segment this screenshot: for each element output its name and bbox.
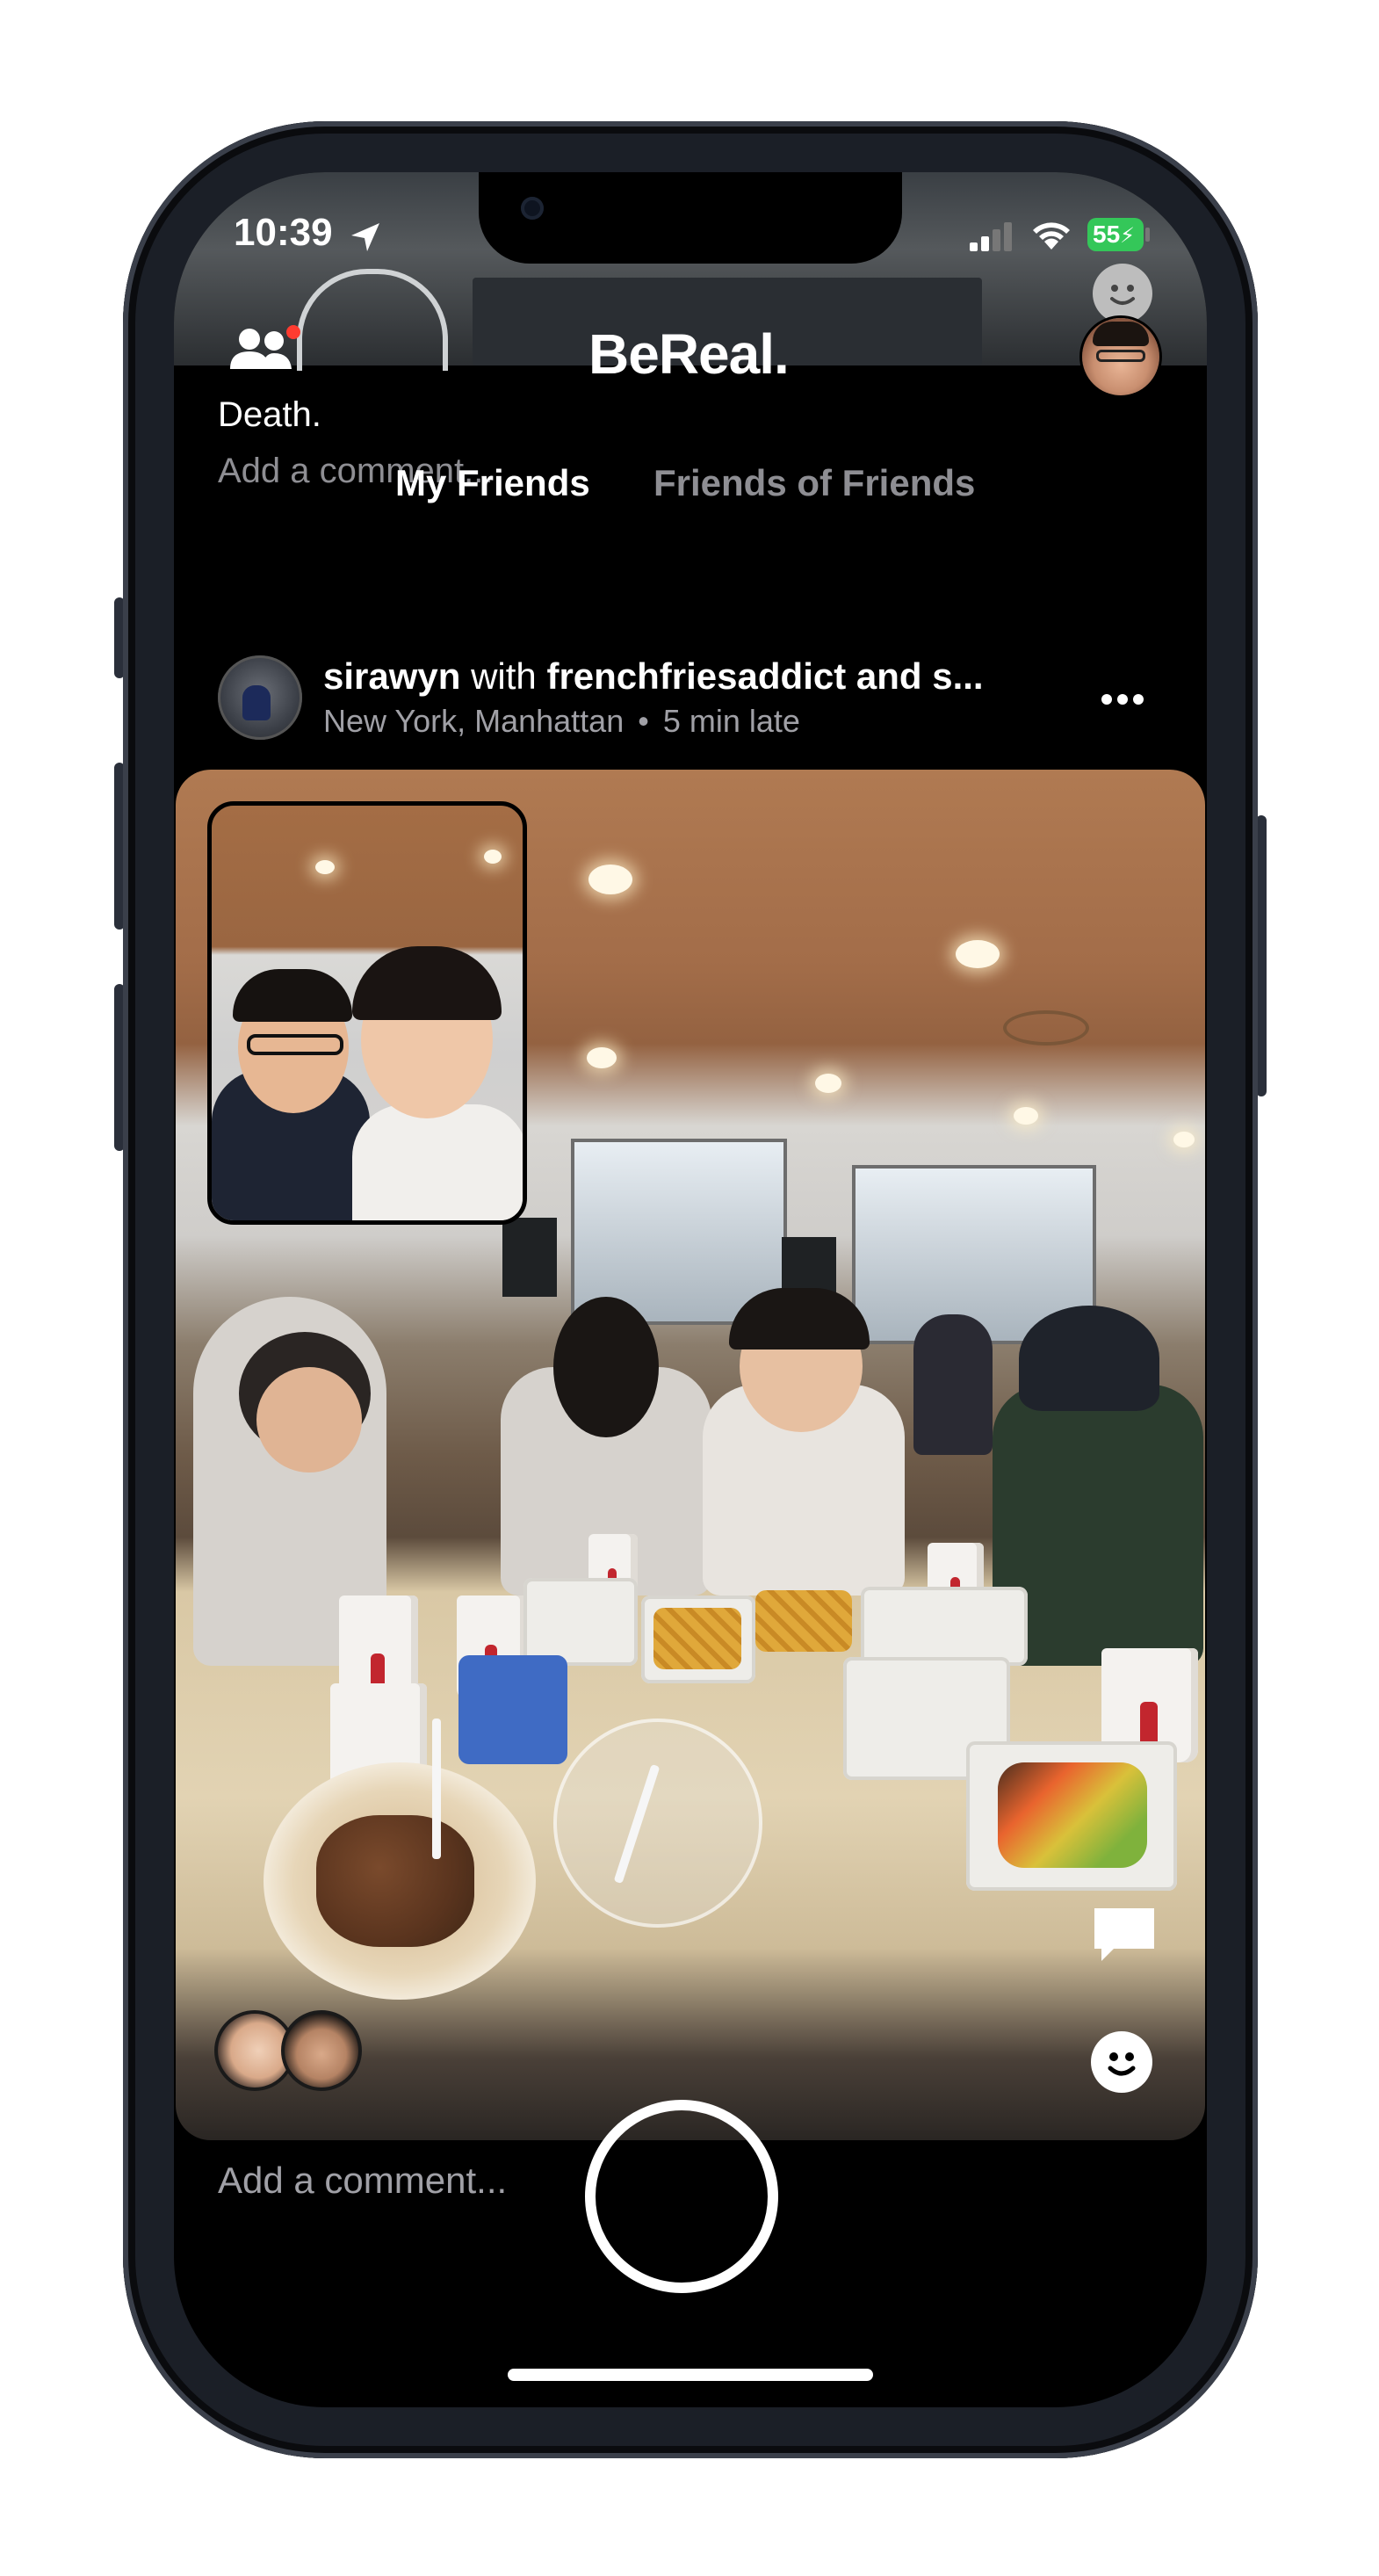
home-indicator[interactable]: [508, 2369, 873, 2381]
empty-plate: [553, 1719, 762, 1928]
capture-button[interactable]: [585, 2100, 778, 2293]
rice-bowl-food: [998, 1762, 1147, 1868]
wall-sign: [502, 1218, 557, 1297]
location-arrow-icon: [348, 220, 383, 255]
post-lateness: 5 min late: [662, 703, 800, 739]
ceiling-vent: [1003, 1010, 1089, 1046]
selfie-person-right-body: [352, 1104, 523, 1220]
notch: [479, 172, 902, 264]
post-tagged-user[interactable]: frenchfriesaddict: [546, 655, 846, 697]
takeout-box: [861, 1587, 1028, 1666]
cable-background: [297, 269, 448, 371]
ceiling-light: [588, 865, 632, 894]
profile-glasses: [1096, 350, 1145, 362]
battery-level: 55: [1093, 221, 1121, 248]
friends-icon[interactable]: [225, 323, 304, 376]
person-background: [913, 1314, 993, 1455]
fries-basket: [755, 1590, 852, 1652]
post-and-more[interactable]: and s...: [846, 655, 984, 697]
bowl-food: [316, 1815, 474, 1947]
post-subtitle: New York, Manhattan • 5 min late: [323, 703, 800, 740]
ceiling-light: [484, 850, 502, 864]
post-title: sirawyn with frenchfriesaddict and s...: [323, 655, 984, 698]
post-main-photo[interactable]: [176, 770, 1205, 2140]
react-smiley-icon[interactable]: [1091, 2031, 1152, 2093]
battery-charging-icon: 55⚡: [1087, 218, 1144, 251]
person-left-face: [256, 1367, 362, 1473]
ceiling-light: [1173, 1132, 1195, 1147]
profile-avatar[interactable]: [1082, 318, 1159, 395]
takeout-box: [523, 1578, 638, 1666]
post-selfie-photo[interactable]: [207, 801, 527, 1225]
post-separator: •: [638, 703, 649, 739]
tab-my-friends[interactable]: My Friends: [395, 462, 590, 504]
ceiling-light: [587, 1047, 617, 1068]
person-center-left-head: [553, 1297, 659, 1437]
front-camera: [521, 197, 544, 220]
more-dots-icon[interactable]: [1100, 691, 1145, 708]
post-author-avatar[interactable]: [218, 655, 302, 740]
battery-cap: [1145, 228, 1150, 242]
ceiling-light: [815, 1074, 841, 1093]
profile-hair: [1093, 322, 1149, 346]
post-comment-input[interactable]: Add a comment...: [218, 2160, 507, 2202]
fork: [432, 1719, 441, 1859]
tagged-avatar[interactable]: [281, 2010, 362, 2091]
selfie-person-left-glasses: [247, 1034, 343, 1055]
person-right-cap-head: [1019, 1306, 1159, 1411]
blue-container: [458, 1655, 567, 1764]
notification-dot: [286, 325, 300, 339]
tagged-avatars[interactable]: [214, 2010, 372, 2095]
avatar-figure: [242, 685, 271, 720]
smiley-icon[interactable]: [1093, 264, 1152, 323]
ceiling-light: [956, 940, 1000, 968]
status-time: 10:39: [234, 211, 333, 254]
post-location[interactable]: New York, Manhattan: [323, 703, 624, 739]
post-username[interactable]: sirawyn: [323, 655, 460, 697]
post-with-text: with: [460, 655, 547, 697]
wifi-icon: [1029, 216, 1073, 251]
tab-friends-of-friends[interactable]: Friends of Friends: [653, 462, 975, 504]
app-screen: 10:39 55⚡ BeReal. Death. Add a comment..…: [174, 172, 1207, 2407]
fries-tray: [653, 1608, 741, 1669]
cellular-signal-icon: [970, 221, 1015, 251]
app-logo: BeReal.: [588, 322, 790, 386]
ceiling-light: [315, 860, 335, 874]
selfie-person-left-hair: [233, 969, 352, 1022]
selfie-person-right-hair: [352, 946, 502, 1020]
own-post-caption: Death.: [218, 395, 321, 434]
comment-bubble-icon[interactable]: [1089, 1905, 1159, 1971]
ceiling-light: [1014, 1107, 1038, 1125]
